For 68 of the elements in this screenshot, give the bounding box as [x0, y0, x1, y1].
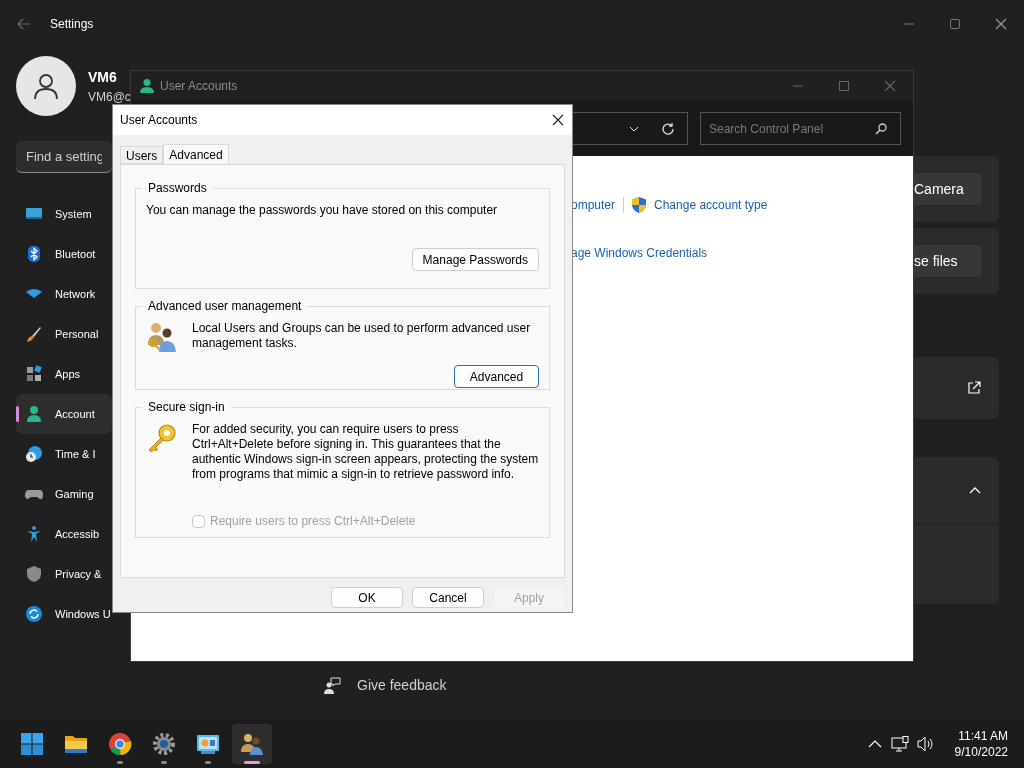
- dialog-button[interactable]: Cancel: [412, 587, 484, 608]
- shield-icon: [25, 565, 43, 583]
- link[interactable]: Change account type: [654, 196, 768, 214]
- chevron-up-icon: [969, 486, 981, 494]
- close-icon[interactable]: [552, 114, 564, 126]
- card-button[interactable]: Camera: [914, 173, 982, 205]
- person-icon: [25, 405, 43, 423]
- apps-icon: [25, 365, 43, 383]
- refresh-icon[interactable]: [661, 121, 675, 136]
- group-title: Passwords: [147, 180, 208, 197]
- search-icon[interactable]: [875, 123, 887, 135]
- card-button[interactable]: se files: [914, 245, 982, 277]
- nav-item[interactable]: Account: [16, 394, 112, 434]
- window-title: User Accounts: [160, 78, 238, 95]
- user-email: VM6@c: [88, 88, 131, 106]
- group-button[interactable]: Manage Passwords: [411, 248, 539, 271]
- nav-item[interactable]: Personal: [16, 314, 112, 354]
- group-title: Advanced user management: [147, 298, 303, 315]
- search-field[interactable]: Search Control Panel: [700, 112, 901, 145]
- nav-item[interactable]: Gaming: [16, 474, 112, 514]
- group-button[interactable]: Advanced: [454, 365, 539, 388]
- key-icon: [146, 422, 178, 454]
- chevron-down-icon[interactable]: [629, 125, 639, 132]
- window-title: Settings: [50, 16, 94, 33]
- speaker-icon[interactable]: [916, 736, 935, 752]
- feedback-icon: [323, 676, 341, 695]
- clock-icon: [25, 445, 43, 463]
- control-panel-icon: [196, 732, 220, 756]
- external-link-icon: [967, 381, 981, 395]
- tab[interactable]: Users: [120, 146, 164, 164]
- group-text: For added security, you can require users to press Ctrl+Alt+Delete before signing in. This guarantees that the authentic Windows sign-in screen appears, protecting the system from programs that mimic a sign-in to retrieve password info.: [192, 422, 539, 482]
- group-text: You can manage the passwords you have stored on this computer: [146, 203, 499, 218]
- running-indicator: [244, 761, 260, 764]
- bluetooth-icon: [25, 245, 43, 263]
- person-icon: [32, 72, 60, 100]
- users-icon: [240, 732, 264, 756]
- nav-item[interactable]: System: [16, 194, 112, 234]
- group-title: Secure sign-in: [147, 399, 226, 416]
- windows-logo-icon: [20, 732, 44, 756]
- sync-icon: [25, 605, 43, 623]
- link[interactable]: omputer: [571, 196, 616, 214]
- dialog-button[interactable]: OK: [331, 587, 403, 608]
- running-indicator: [161, 761, 167, 764]
- nav-item[interactable]: Privacy &: [16, 554, 112, 594]
- network-icon[interactable]: [890, 736, 909, 752]
- brush-icon: [25, 325, 43, 343]
- tab[interactable]: Advanced: [163, 144, 229, 164]
- nav-item[interactable]: Network: [16, 274, 112, 314]
- nav-item[interactable]: Windows U: [16, 594, 112, 634]
- group-text: Local Users and Groups can be used to perform advanced user management tasks.: [192, 321, 532, 351]
- dialog-title: User Accounts: [120, 112, 198, 129]
- nav-item[interactable]: Time & I: [16, 434, 112, 474]
- back-arrow-icon[interactable]: [16, 16, 32, 32]
- browser-icon: [108, 732, 132, 756]
- gear-icon: [152, 732, 176, 756]
- feedback-link[interactable]: Give feedback: [357, 675, 447, 696]
- clock[interactable]: 11:41 AM 9/10/2022: [954, 728, 1008, 760]
- user-name: VM6: [88, 67, 118, 87]
- nav-item[interactable]: Apps: [16, 354, 112, 394]
- accessibility-icon: [25, 525, 43, 543]
- user-icon: [139, 78, 155, 94]
- nav-item[interactable]: Accessib: [16, 514, 112, 554]
- users-key-icon: [146, 321, 178, 353]
- running-indicator: [205, 761, 211, 764]
- taskbar-button[interactable]: [232, 724, 272, 764]
- selection-indicator: [16, 406, 19, 422]
- running-indicator: [117, 761, 123, 764]
- nav-item[interactable]: Bluetoot: [16, 234, 112, 274]
